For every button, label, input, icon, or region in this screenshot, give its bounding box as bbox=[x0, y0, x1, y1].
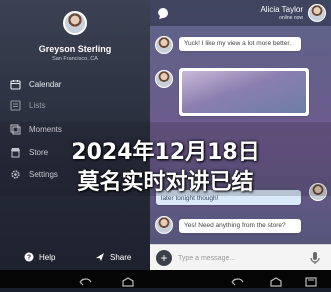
help-button[interactable]: ? Help bbox=[24, 250, 55, 264]
photo-thumbnail bbox=[182, 71, 306, 113]
svg-text:?: ? bbox=[27, 255, 31, 262]
avatar bbox=[155, 216, 173, 234]
back-icon[interactable] bbox=[78, 274, 94, 286]
overlay-title: 2024年12月18日 bbox=[71, 140, 260, 165]
microphone-icon[interactable] bbox=[309, 251, 321, 265]
calendar-icon bbox=[10, 79, 21, 90]
menu-label: Lists bbox=[29, 100, 46, 110]
message-bubble[interactable]: Yuck! I like my view a lot more better. bbox=[179, 37, 301, 51]
message-composer: + bbox=[150, 244, 331, 270]
contact-status: online now bbox=[279, 15, 303, 21]
menu-item-lists[interactable]: Lists bbox=[10, 98, 45, 112]
add-attachment-button[interactable]: + bbox=[156, 250, 172, 266]
menu-item-calendar[interactable]: Calendar bbox=[10, 77, 61, 91]
overlay-banner: 2024年12月18日 莫名实时对讲已结 bbox=[0, 122, 331, 196]
system-navigation-bar bbox=[0, 270, 331, 288]
profile-location: San Francisco, CA bbox=[52, 56, 98, 62]
app-logo-icon[interactable] bbox=[156, 6, 170, 20]
message-input[interactable] bbox=[178, 251, 298, 265]
home-icon[interactable] bbox=[268, 274, 284, 287]
avatar bbox=[155, 36, 173, 54]
home-icon[interactable] bbox=[120, 274, 136, 287]
recent-apps-icon[interactable] bbox=[303, 274, 319, 287]
overlay-subtitle: 莫名实时对讲已结 bbox=[77, 170, 254, 195]
share-label: Share bbox=[110, 252, 132, 262]
chat-header: Alicia Taylor online now bbox=[150, 0, 331, 26]
list-icon bbox=[10, 99, 21, 111]
share-icon bbox=[95, 252, 105, 262]
menu-label: Calendar bbox=[29, 79, 62, 89]
help-label: Help bbox=[39, 252, 56, 262]
drawer-footer: ? Help Share bbox=[0, 250, 150, 264]
contact-name: Alicia Taylor bbox=[260, 5, 303, 14]
photo-message[interactable] bbox=[179, 68, 309, 116]
contact-avatar[interactable] bbox=[308, 4, 326, 22]
avatar bbox=[155, 70, 173, 88]
back-icon[interactable] bbox=[230, 274, 246, 286]
share-button[interactable]: Share bbox=[95, 250, 131, 264]
help-icon: ? bbox=[24, 252, 34, 262]
avatar bbox=[63, 11, 87, 35]
profile-name: Greyson Sterling bbox=[38, 44, 112, 54]
message-bubble[interactable]: Yes! Need anything from the store? bbox=[179, 219, 301, 233]
